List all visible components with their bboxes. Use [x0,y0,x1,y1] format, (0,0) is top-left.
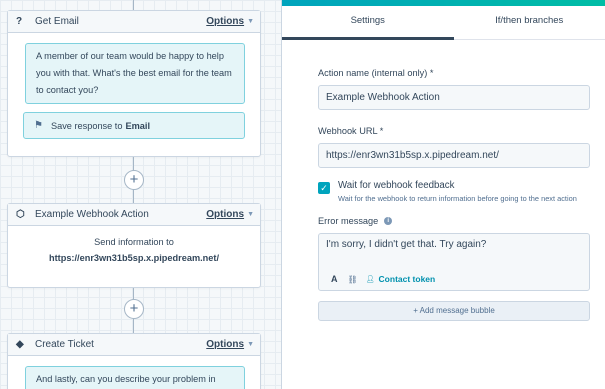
options-button[interactable]: Options [206,16,244,27]
add-message-bubble-button[interactable]: + Add message bubble [318,301,590,321]
chevron-down-icon[interactable]: ▼ [247,18,254,25]
tab-settings[interactable]: Settings [282,6,453,39]
message-bubble[interactable]: And lastly, can you describe your proble… [25,366,245,389]
save-response-target: Email [125,120,150,131]
save-response-label: Save response to [50,120,123,131]
flow-canvas[interactable]: ? Get Email Options ▼ A member of our te… [0,0,281,389]
connector-line [133,0,134,10]
error-message-label-row: Error message i [318,216,590,226]
card-header: ◆ Create Ticket Options ▼ [8,334,260,356]
card-header: ? Get Email Options ▼ [8,11,260,33]
save-response-box[interactable]: ⚑ Save response to Email [23,112,245,139]
info-icon[interactable]: i [384,217,393,225]
attachment-icon[interactable]: ⛓ [348,275,358,284]
wait-feedback-checkbox[interactable]: ✓ [318,182,330,194]
create-ticket-card[interactable]: ◆ Create Ticket Options ▼ And lastly, ca… [7,333,261,389]
chevron-down-icon[interactable]: ▼ [247,211,254,218]
error-message-editor[interactable]: I'm sorry, I didn't get that. Try again?… [318,233,590,291]
editor-toolbar: A ⛓ 👤︎ Contact token [331,274,435,284]
add-step-button[interactable]: + [124,170,144,190]
contact-token-button[interactable]: Contact token [379,274,436,284]
action-settings-panel: Settings If/then branches Action name (i… [281,0,605,389]
get-email-card[interactable]: ? Get Email Options ▼ A member of our te… [7,10,261,157]
tab-if-then-branches[interactable]: If/then branches [453,6,605,39]
webhook-action-card[interactable]: ⬡ Example Webhook Action Options ▼ Send … [7,203,261,288]
options-button[interactable]: Options [206,209,244,220]
flag-icon: ⚑ [34,120,43,131]
settings-form: Action name (internal only) * Example We… [282,68,605,321]
chevron-down-icon[interactable]: ▼ [247,341,254,348]
question-icon: ? [16,16,23,27]
action-name-input[interactable]: Example Webhook Action [318,85,590,110]
action-name-label: Action name (internal only) * [318,68,434,78]
card-title: Get Email [35,16,79,27]
webhook-cube-icon: ⬡ [16,209,25,220]
card-title: Create Ticket [35,339,94,350]
text-style-button[interactable]: A [331,274,338,284]
add-step-button[interactable]: + [124,299,144,319]
error-message-label: Error message [318,216,379,226]
ticket-icon: ◆ [16,339,24,350]
panel-tabs: Settings If/then branches [282,6,605,40]
wait-feedback-label[interactable]: Wait for webhook feedback [338,180,577,191]
webhook-url-input[interactable]: https://enr3wn31b5sp.x.pipedream.net/ [318,143,590,168]
wait-feedback-help: Wait for the webhook to return informati… [338,194,577,203]
message-bubble[interactable]: A member of our team would be happy to h… [25,43,245,104]
wait-feedback-row: ✓ Wait for webhook feedback Wait for the… [318,180,590,205]
card-title: Example Webhook Action [35,209,149,220]
webhook-summary-url: https://enr3wn31b5sp.x.pipedream.net/ [48,253,219,263]
card-header: ⬡ Example Webhook Action Options ▼ [8,204,260,226]
webhook-summary: Send information to https://enr3wn31b5sp… [8,226,260,274]
error-message-text[interactable]: I'm sorry, I didn't get that. Try again? [326,239,582,250]
active-tab-indicator [282,37,454,40]
person-icon: 👤︎ [365,276,375,283]
webhook-url-label: Webhook URL * [318,126,384,136]
options-button[interactable]: Options [206,339,244,350]
webhook-summary-line: Send information to [94,237,174,247]
